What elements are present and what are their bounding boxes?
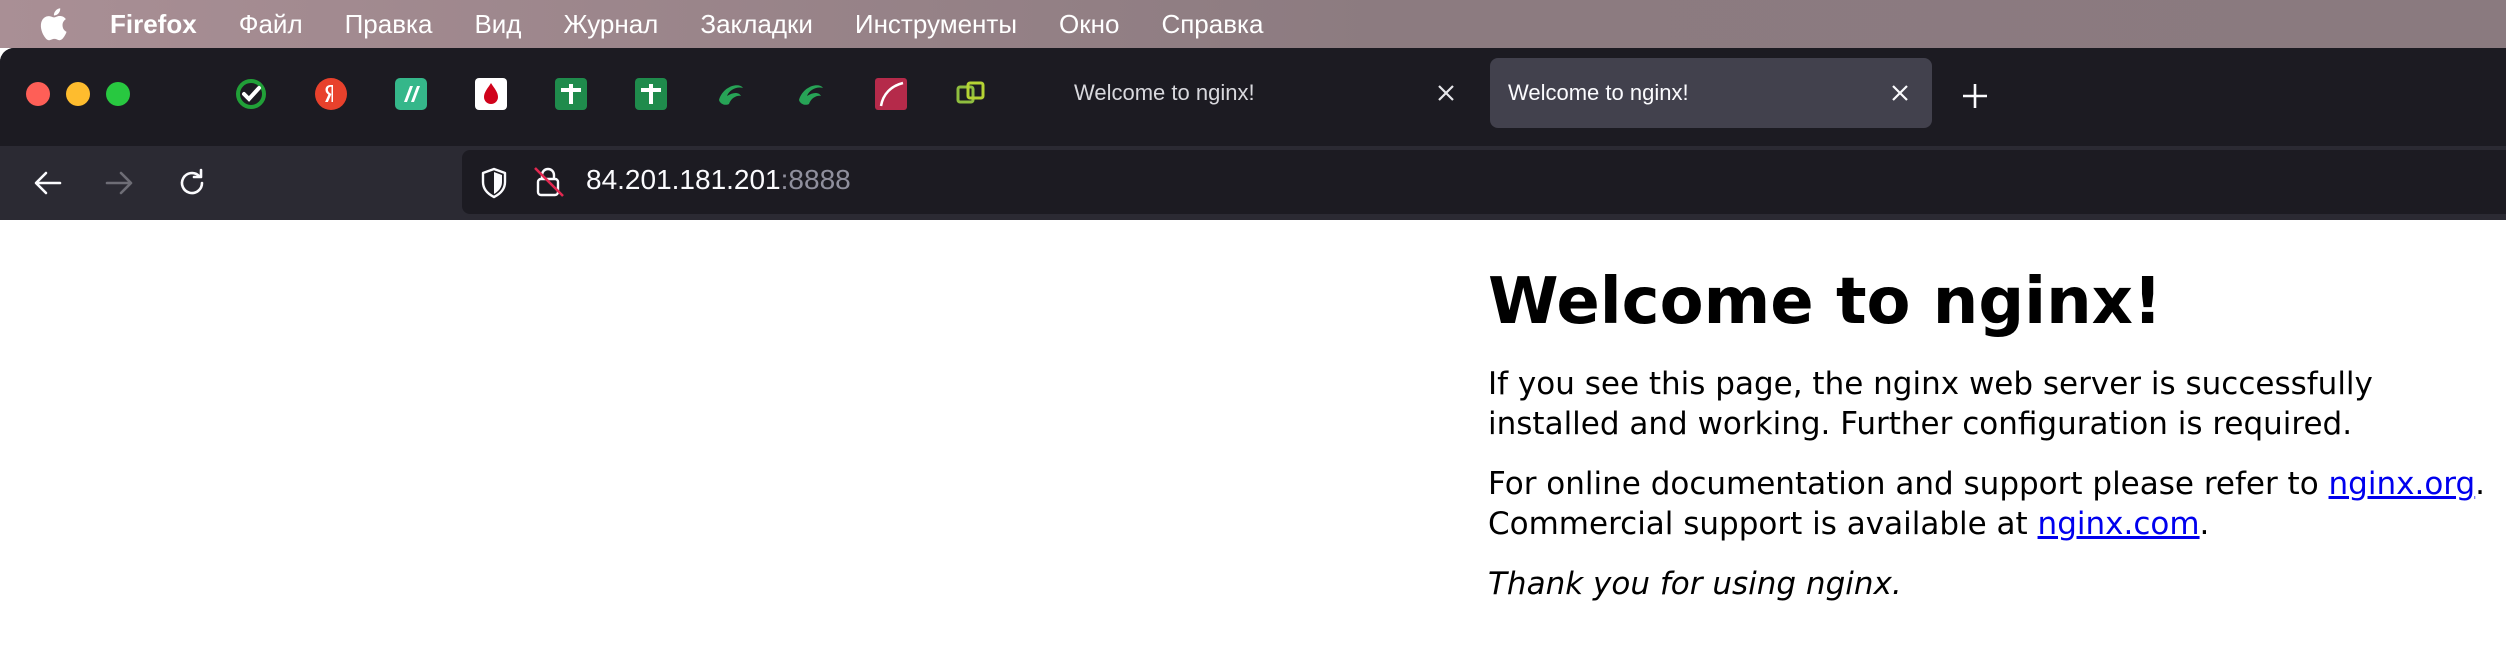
docs-period: . <box>2475 466 2486 502</box>
green-swirl-icon <box>799 85 823 105</box>
web-page-viewport: Welcome to nginx! If you see this page, … <box>0 220 2506 670</box>
thanks-paragraph: Thank you for using nginx. <box>1488 564 2498 604</box>
window-zoom-button[interactable] <box>106 82 130 106</box>
tab-strip: Welcome to nginx! Welcome to nginx! <box>0 48 2506 146</box>
docs-text: For online documentation and support ple… <box>1488 466 2329 502</box>
url-host: 84.201.181.201 <box>586 164 781 195</box>
pinned-tab-vmware[interactable] <box>955 78 987 110</box>
menu-window[interactable]: Окно <box>1059 9 1119 40</box>
window-minimize-button[interactable] <box>66 82 90 106</box>
browser-window: Welcome to nginx! Welcome to nginx! 84.2… <box>0 48 2506 220</box>
pinned-tab-table-2[interactable] <box>635 78 667 110</box>
address-bar[interactable]: 84.201.181.201:8888 <box>462 150 2506 214</box>
url-text[interactable]: 84.201.181.201:8888 <box>586 164 851 196</box>
green-table-icon <box>635 78 667 110</box>
tab-title: Welcome to nginx! <box>1074 80 1255 105</box>
plus-icon <box>1963 84 1987 108</box>
url-port: :8888 <box>780 164 851 195</box>
apple-logo-icon[interactable] <box>38 7 78 41</box>
tab-title: Welcome to nginx! <box>1508 80 1689 105</box>
tab-welcome-nginx-1[interactable]: Welcome to nginx! <box>1034 58 1478 128</box>
pinned-tab-red-curve[interactable] <box>875 78 907 110</box>
nginx-welcome-content: Welcome to nginx! If you see this page, … <box>1488 260 2498 604</box>
reload-button[interactable] <box>171 162 213 204</box>
close-icon[interactable] <box>1882 75 1918 111</box>
intro-paragraph: If you see this page, the nginx web serv… <box>1488 366 2373 442</box>
close-icon[interactable] <box>1428 75 1464 111</box>
menu-bookmarks[interactable]: Закладки <box>700 9 813 40</box>
pinned-tab-red-drop[interactable] <box>475 78 507 110</box>
yandex-icon <box>315 78 347 110</box>
thanks-text: Thank you for using nginx. <box>1488 566 1902 602</box>
menu-view[interactable]: Вид <box>474 9 521 40</box>
menu-edit[interactable]: Правка <box>345 9 433 40</box>
macos-menu-bar: Firefox Файл Правка Вид Журнал Закладки … <box>0 0 2506 48</box>
pinned-tab-table-1[interactable] <box>555 78 587 110</box>
pinned-tab-sber[interactable] <box>235 78 267 110</box>
window-close-button[interactable] <box>26 82 50 106</box>
nginx-org-link[interactable]: nginx.org <box>2329 466 2476 502</box>
page-heading: Welcome to nginx! <box>1488 265 2163 339</box>
pinned-tab-swirl-2[interactable] <box>795 78 827 110</box>
pinned-tab-yandex[interactable] <box>315 78 347 110</box>
pinned-tab-swirl-1[interactable] <box>715 78 747 110</box>
navigation-toolbar: 84.201.181.201:8888 <box>0 146 2506 220</box>
docs-paragraph: For online documentation and support ple… <box>1488 464 2498 544</box>
menu-file[interactable]: Файл <box>239 9 303 40</box>
tracking-shield-icon[interactable] <box>478 166 510 204</box>
reload-icon <box>180 168 204 195</box>
stroke-app-icon <box>395 78 427 110</box>
back-button[interactable] <box>27 162 69 204</box>
red-curve-icon <box>875 78 907 110</box>
menu-help[interactable]: Справка <box>1161 9 1263 40</box>
arrow-right-icon <box>105 171 133 195</box>
new-tab-button[interactable] <box>1955 76 1995 116</box>
nginx-com-link[interactable]: nginx.com <box>2038 506 2200 542</box>
menu-tools[interactable]: Инструменты <box>855 9 1017 40</box>
commercial-period: . <box>2199 506 2210 542</box>
arrow-left-icon <box>34 171 62 195</box>
menu-app-name[interactable]: Firefox <box>110 9 197 40</box>
green-swirl-icon <box>719 85 743 105</box>
sber-check-icon <box>236 79 266 109</box>
tab-welcome-nginx-2[interactable]: Welcome to nginx! <box>1490 58 1932 128</box>
pinned-tab-stroke[interactable] <box>395 78 427 110</box>
red-drop-icon <box>475 78 507 110</box>
vmware-icon <box>956 81 985 104</box>
commercial-text: Commercial support is available at <box>1488 506 2038 542</box>
forward-button[interactable] <box>98 162 140 204</box>
green-table-icon <box>555 78 587 110</box>
menu-history[interactable]: Журнал <box>563 9 658 40</box>
insecure-lock-icon[interactable] <box>532 164 566 204</box>
